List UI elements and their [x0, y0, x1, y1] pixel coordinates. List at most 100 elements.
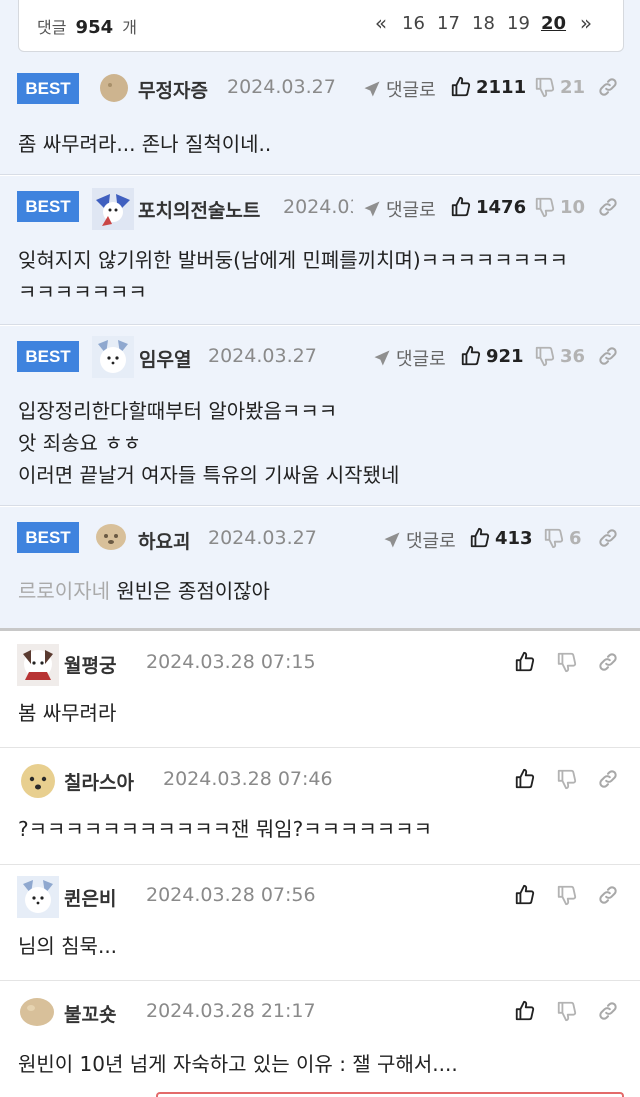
comment-item: 칠라스아 2024.03.28 07:46 ?ㅋㅋㅋㅋㅋㅋㅋㅋㅋㅋㅋ잰 뭐임?ㅋ…	[0, 749, 640, 865]
pagination-next-button[interactable]: »	[571, 11, 601, 35]
page-link[interactable]: 19	[501, 13, 536, 34]
pagination-prev-button[interactable]: «	[366, 11, 396, 35]
comment-author[interactable]: 칠라스아	[64, 768, 134, 795]
comment-count-label: 댓글	[37, 18, 67, 37]
page-link[interactable]: 17	[431, 13, 466, 34]
comment-date: 2024.03.27	[227, 76, 336, 98]
dislike-button[interactable]	[556, 651, 582, 673]
best-comment: BEST 무정자증 2024.03.27 댓글로 2111 21 좀 싸무려라.…	[0, 58, 640, 175]
share-link-button[interactable]	[597, 76, 619, 98]
thumbs-up-icon	[460, 345, 482, 367]
like-button[interactable]: 921	[460, 345, 524, 367]
dislike-count: 21	[560, 76, 586, 98]
comment-author[interactable]: 임우열	[139, 345, 191, 372]
comment-text: 좀 싸무려라... 존나 질척이네..	[18, 132, 272, 156]
avatar[interactable]	[97, 71, 131, 105]
page-link-current[interactable]: 20	[536, 13, 571, 34]
reply-label: 댓글로	[386, 200, 436, 221]
thumbs-up-icon	[514, 768, 536, 790]
comment-input-box[interactable]	[156, 1092, 624, 1097]
comment-date: 2024.03.28 07:15	[146, 651, 316, 673]
like-count: 413	[495, 527, 533, 549]
best-badge: BEST	[17, 73, 79, 104]
comment-author[interactable]: 하요괴	[138, 527, 190, 554]
like-button[interactable]	[514, 651, 540, 673]
share-link-button[interactable]	[597, 651, 619, 673]
reply-button[interactable]: 댓글로	[358, 76, 436, 102]
comment-date: 2024.03.28 21:17	[146, 1000, 316, 1022]
share-link-button[interactable]	[597, 1000, 619, 1022]
like-button[interactable]	[514, 768, 540, 790]
comment-author[interactable]: 퀸은비	[64, 884, 116, 911]
like-button[interactable]: 1476	[450, 196, 526, 218]
dislike-button[interactable]: 21	[534, 76, 585, 98]
avatar[interactable]	[18, 994, 56, 1030]
comment-author[interactable]: 무정자증	[138, 76, 208, 103]
like-button[interactable]: 413	[469, 527, 533, 549]
reply-arrow-icon	[382, 530, 402, 550]
dislike-count: 6	[569, 527, 582, 549]
comment-date: 2024.03.27	[283, 196, 353, 218]
share-link-button[interactable]	[597, 884, 619, 906]
reply-label: 댓글로	[386, 80, 436, 101]
reply-arrow-icon	[362, 79, 382, 99]
reply-button[interactable]: 댓글로	[358, 196, 436, 222]
best-badge: BEST	[17, 522, 79, 553]
thumbs-down-icon	[556, 884, 578, 906]
thumbs-up-icon	[514, 1000, 536, 1022]
dislike-count: 36	[560, 345, 586, 367]
link-icon	[597, 1000, 619, 1022]
dislike-button[interactable]	[556, 1000, 582, 1022]
thumbs-up-icon	[450, 196, 472, 218]
avatar[interactable]	[94, 520, 128, 554]
comment-count-value: 954	[75, 17, 114, 38]
avatar[interactable]	[17, 644, 59, 686]
page-link[interactable]: 16	[396, 13, 431, 34]
comment-date: 2024.03.27	[208, 527, 317, 549]
thumbs-up-icon	[450, 76, 472, 98]
avatar[interactable]	[92, 188, 134, 230]
thumbs-down-icon	[534, 196, 556, 218]
link-icon	[597, 345, 619, 367]
like-count: 921	[486, 345, 524, 367]
comment-text: 님의 침묵...	[18, 934, 118, 958]
comment-text: 봄 싸무려라	[18, 701, 117, 725]
share-link-button[interactable]	[597, 527, 619, 549]
avatar[interactable]	[17, 876, 59, 918]
page-link[interactable]: 18	[466, 13, 501, 34]
link-icon	[597, 651, 619, 673]
comment-author[interactable]: 불꼬숏	[64, 1000, 116, 1027]
reply-button[interactable]: 댓글로	[378, 527, 456, 553]
comment-header-box: 댓글 954 개 « 16 17 18 19 20 »	[18, 0, 624, 52]
share-link-button[interactable]	[597, 345, 619, 367]
reply-arrow-icon	[372, 348, 392, 368]
thumbs-down-icon	[556, 651, 578, 673]
comment-count-unit: 개	[122, 18, 137, 37]
comment-date: 2024.03.27	[208, 345, 317, 367]
link-icon	[597, 527, 619, 549]
reply-label: 댓글로	[396, 349, 446, 370]
dislike-button[interactable]	[556, 768, 582, 790]
comment-author[interactable]: 포치의전술노트	[138, 196, 260, 223]
dislike-button[interactable]	[556, 884, 582, 906]
dislike-button[interactable]: 36	[534, 345, 585, 367]
comment-item: 퀸은비 2024.03.28 07:56 님의 침묵...	[0, 866, 640, 981]
avatar[interactable]	[18, 761, 58, 801]
avatar[interactable]	[92, 336, 134, 378]
comment-text: 입장정리한다할때부터 알아봤음ㅋㅋㅋ 앗 죄송요 ㅎㅎ 이러면 끝날거 여자들 …	[18, 399, 400, 487]
comment-author[interactable]: 월평궁	[64, 651, 116, 678]
comment-text: 잊혀지지 않기위한 발버둥(남에게 민폐를끼치며)ㅋㅋㅋㅋㅋㅋㅋㅋ ㅋㅋㅋㅋㅋㅋ…	[18, 248, 568, 304]
dislike-button[interactable]: 6	[543, 527, 582, 549]
comment-header-bar: 댓글 954 개 « 16 17 18 19 20 »	[0, 0, 640, 58]
share-link-button[interactable]	[597, 196, 619, 218]
link-icon	[597, 76, 619, 98]
dislike-button[interactable]: 10	[534, 196, 585, 218]
share-link-button[interactable]	[597, 768, 619, 790]
like-button[interactable]	[514, 884, 540, 906]
reply-button[interactable]: 댓글로	[368, 345, 446, 371]
like-button[interactable]	[514, 1000, 540, 1022]
thumbs-down-icon	[534, 345, 556, 367]
dislike-count: 10	[560, 196, 586, 218]
link-icon	[597, 884, 619, 906]
like-button[interactable]: 2111	[450, 76, 526, 98]
